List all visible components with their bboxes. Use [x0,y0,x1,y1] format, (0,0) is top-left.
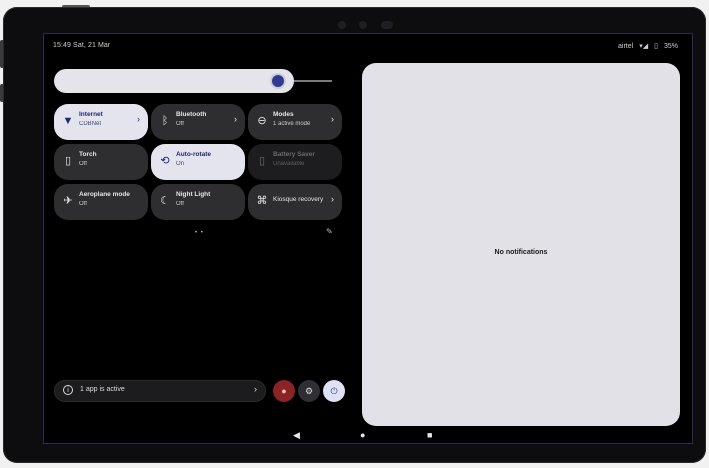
tile-title: Night Light [176,191,211,198]
chevron-right-icon: › [234,114,237,124]
tile-subtitle: 1 active mode [273,121,311,127]
tile-subtitle: On [176,161,185,167]
tile-subtitle: Off [79,201,87,207]
tile-subtitle: Off [79,161,87,167]
home-nav-button[interactable]: ● [360,430,365,440]
tile-title: Modes [273,111,294,118]
tile-bluetooth[interactable]: ᛒ Bluetooth Off › [151,104,245,140]
no-notifications-text: No notifications [494,249,548,256]
tile-subtitle: Off [176,121,184,127]
power-button[interactable]: ⏻ [323,380,345,402]
power-icon: ⏻ [330,386,338,396]
signal-icon: ▾◢ [639,43,649,50]
brightness-track [294,80,332,82]
aeroplane-icon: ✈ [63,195,73,207]
user-switch-button[interactable]: ● [273,380,295,402]
wifi-icon: ▼ [62,115,74,127]
kiosk-icon: ⌘ [256,195,268,207]
sensor-icon [359,21,367,29]
back-nav-button[interactable]: ◀ [293,430,300,441]
edit-pencil-icon[interactable]: ✎ [326,227,333,236]
torch-icon: ▯ [64,155,72,167]
tile-title: Aeroplane mode [79,191,130,198]
tile-title: Torch [79,151,97,158]
chevron-right-icon: › [331,114,334,124]
sensor-bar-icon [381,21,393,29]
tile-internet[interactable]: ▼ Internet CDBNet › [54,104,148,140]
status-icons: airtel ▾◢ ▯ 35% [618,42,678,51]
tile-title: Bluetooth [176,111,207,118]
tile-aeroplane-mode[interactable]: ✈ Aeroplane mode Off [54,184,148,220]
gear-icon: ⚙ [304,386,314,396]
page-indicator: • • [195,230,204,236]
chevron-right-icon: › [254,384,257,394]
tile-subtitle: Unavailable [273,161,305,167]
chevron-right-icon: › [331,194,334,204]
battery-saver-icon: ▯ [258,155,266,167]
tile-title: Internet [79,111,103,118]
status-time-date: 15:49 Sat, 21 Mar [53,42,111,49]
recents-nav-button[interactable]: ■ [427,430,432,440]
tablet-screen: 15:49 Sat, 21 Mar airtel ▾◢ ▯ 35% ▼ Inte… [43,33,693,444]
tile-title: Auto-rotate [176,151,212,158]
info-icon: i [63,385,73,395]
tile-modes[interactable]: ⊖ Modes 1 active mode › [248,104,342,140]
tile-title: Battery Saver [273,151,315,158]
night-light-icon: ☾ [160,195,170,207]
brightness-slider[interactable] [54,69,294,93]
battery-icon: ▯ [654,43,658,50]
tile-kiosk[interactable]: ⌘ Kiosque recovery › [248,184,342,220]
tile-night-light[interactable]: ☾ Night Light Off [151,184,245,220]
tile-subtitle: Off [176,201,184,207]
tile-title: Kiosque recovery [273,196,324,203]
tile-subtitle: CDBNet [79,121,102,127]
settings-button[interactable]: ⚙ [298,380,320,402]
active-apps-label: 1 app is active [80,386,125,393]
brightness-handle[interactable] [272,75,284,87]
user-icon: ● [281,386,287,396]
carrier-label: airtel [618,42,634,50]
notification-panel: No notifications [362,63,680,426]
bluetooth-icon: ᛒ [161,115,169,127]
camera-icon [338,21,346,29]
rotate-icon: ⟲ [160,155,170,167]
active-apps-button[interactable]: i 1 app is active › [54,380,266,402]
battery-percent: 35% [663,42,678,50]
modes-icon: ⊖ [257,115,267,127]
tile-torch[interactable]: ▯ Torch Off [54,144,148,180]
tile-auto-rotate[interactable]: ⟲ Auto-rotate On [151,144,245,180]
tile-battery-saver[interactable]: ▯ Battery Saver Unavailable [248,144,342,180]
chevron-right-icon: › [137,114,140,124]
